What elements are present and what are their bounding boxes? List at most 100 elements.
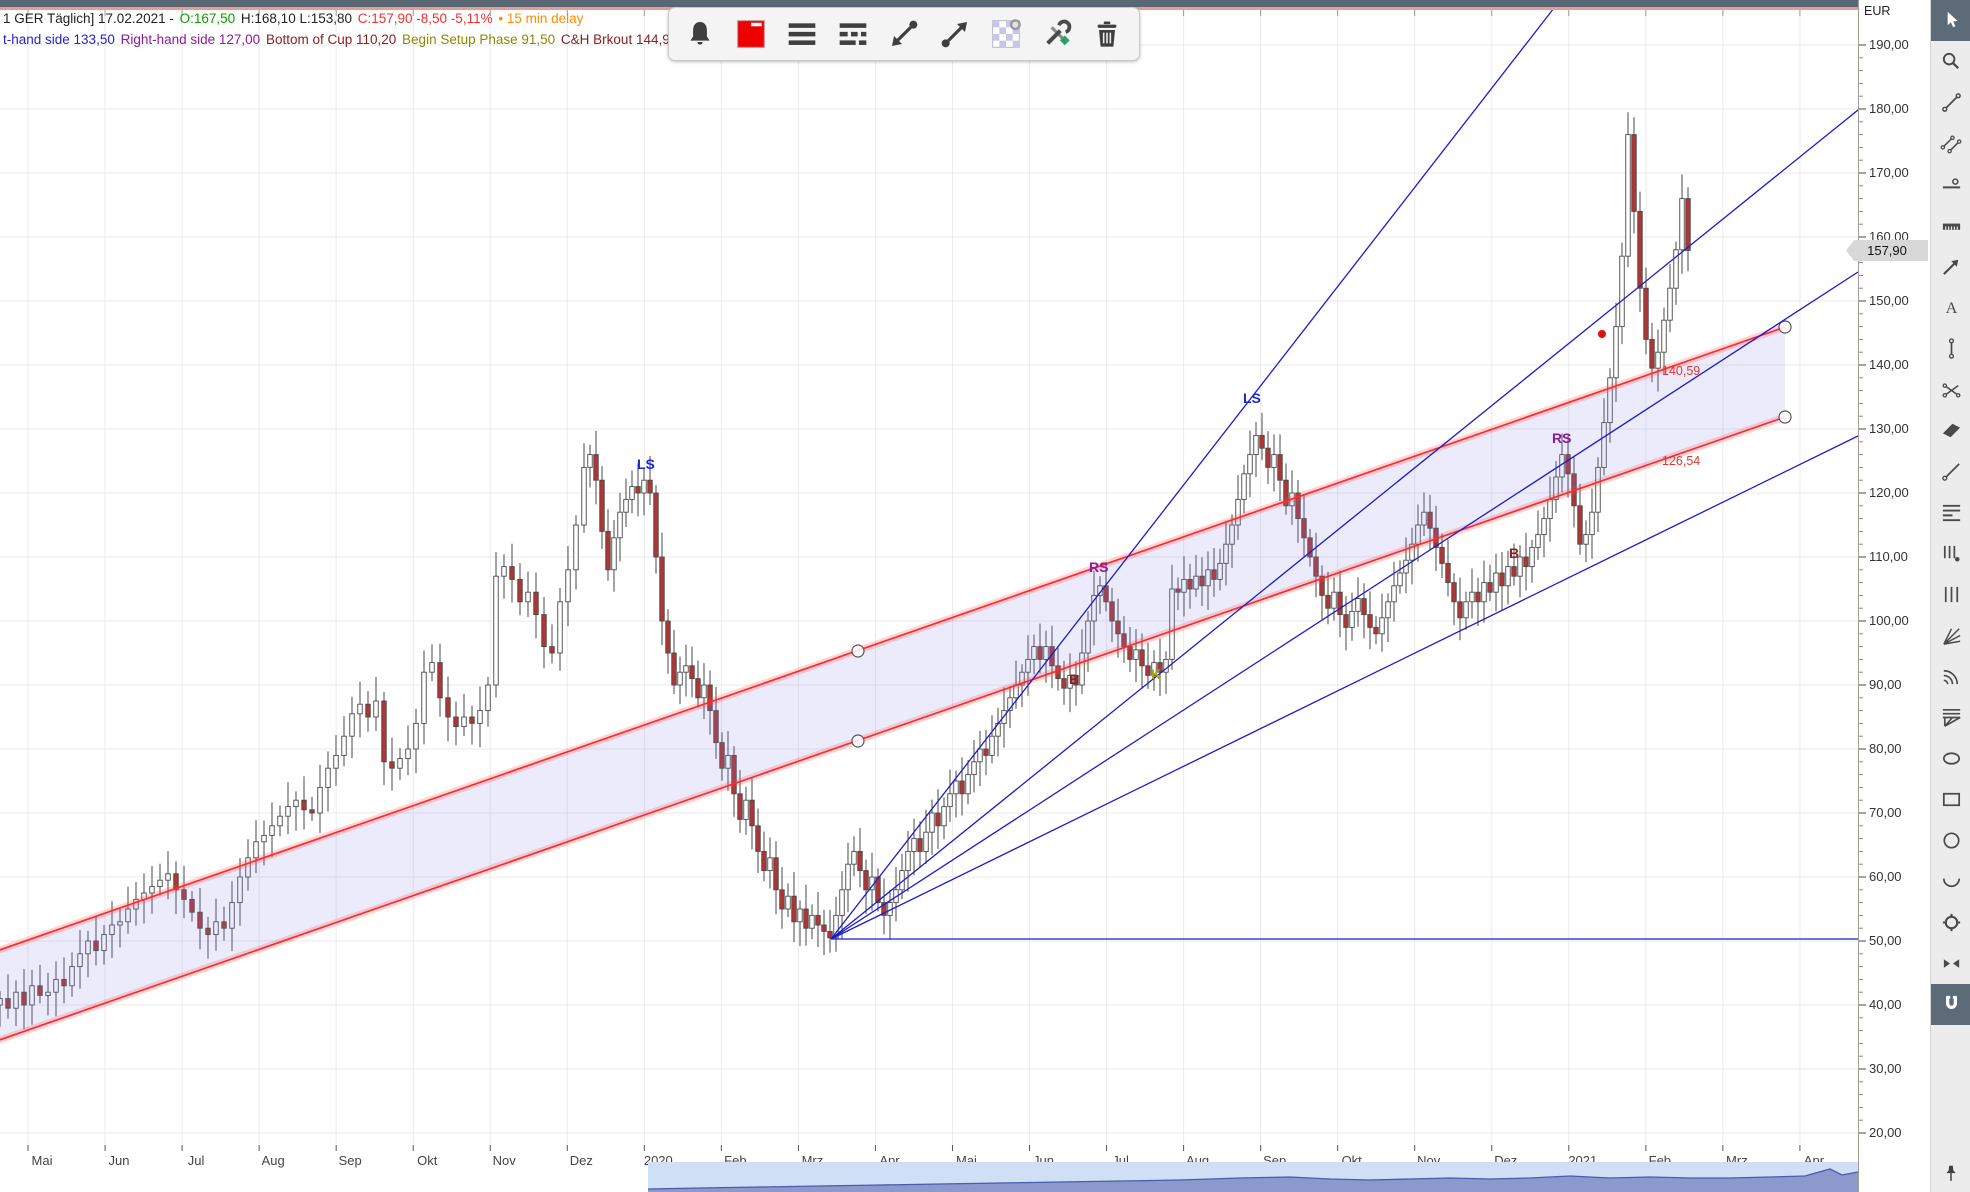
candle [318, 787, 323, 813]
tool-magnet-icon[interactable] [1931, 984, 1970, 1025]
candle [1272, 455, 1277, 468]
candle [446, 698, 451, 717]
tool-parallel-icon[interactable] [1931, 123, 1970, 164]
tool-fib-point-icon[interactable] [1931, 533, 1970, 574]
candle [984, 749, 989, 755]
tool-flip-icon[interactable] [1931, 943, 1970, 984]
tool-zoom-icon[interactable] [1931, 41, 1970, 82]
candle [1266, 448, 1271, 467]
tool-hline-circle-icon[interactable] [1931, 164, 1970, 205]
candle [430, 663, 435, 673]
header-text-segment: C:157,90 -8,50 -5,11% [358, 11, 493, 26]
candle [350, 714, 355, 736]
tool-target-icon[interactable] [1931, 902, 1970, 943]
candle [502, 567, 507, 577]
tool-fan-lines-icon[interactable] [1931, 615, 1970, 656]
candle [390, 762, 395, 768]
candle [930, 813, 935, 832]
tool-vline-icon[interactable] [1931, 328, 1970, 369]
tool-pitchfork-icon[interactable] [1931, 369, 1970, 410]
candle [990, 736, 995, 755]
tool-arc-icon[interactable] [1931, 861, 1970, 902]
tool-trendline-icon[interactable] [1931, 82, 1970, 123]
tool-cursor-icon[interactable] [1931, 0, 1970, 41]
candle [810, 915, 815, 928]
candle [618, 512, 623, 538]
channel-handle[interactable] [852, 645, 864, 657]
candle [1458, 602, 1463, 618]
pin-sidebar-button[interactable] [1936, 1160, 1966, 1190]
volume-navigator[interactable] [0, 1162, 1858, 1192]
price-axis[interactable]: EUR 157,90 190,00180,00170,00160,00150,0… [1858, 0, 1931, 1192]
header-text-segment: Bottom of Cup 110,20 [266, 32, 400, 47]
tool-fib-icon[interactable] [1931, 492, 1970, 533]
candle [918, 839, 923, 852]
tool-channel-filled-icon[interactable] [1931, 410, 1970, 451]
dashed-bars-icon[interactable] [831, 12, 875, 56]
tool-arrow-ne-icon[interactable] [1931, 246, 1970, 287]
tool-circle-icon[interactable] [1931, 820, 1970, 861]
candle [462, 717, 467, 727]
header-text-segment: H:168,10 L:153,80 [237, 11, 356, 26]
candle [588, 455, 593, 468]
tool-speed-lines-icon[interactable] [1931, 697, 1970, 738]
price-chart-canvas[interactable]: 140,59126,54LSLSRSRSBBK [0, 0, 1858, 1145]
candle [358, 704, 363, 714]
candle [756, 826, 761, 852]
price-label: 130,00 [1869, 421, 1909, 436]
candle [1506, 567, 1511, 586]
bars-icon[interactable] [780, 12, 824, 56]
tool-arcs-icon[interactable] [1931, 656, 1970, 697]
price-label: 170,00 [1869, 165, 1909, 180]
candle [582, 467, 587, 525]
candle [942, 807, 947, 826]
candle [642, 480, 647, 493]
candle [478, 711, 483, 724]
price-label: 190,00 [1869, 37, 1909, 52]
tool-ellipse-icon[interactable] [1931, 738, 1970, 779]
candle [414, 723, 419, 749]
candle [1338, 592, 1343, 614]
tool-time-lines-icon[interactable] [1931, 574, 1970, 615]
header-text-segment: • 15 min delay [495, 11, 584, 26]
candle [630, 487, 635, 500]
candle [774, 858, 779, 890]
arrow-sw-icon[interactable] [882, 12, 926, 56]
tool-ruler-icon[interactable] [1931, 205, 1970, 246]
candle [828, 931, 833, 937]
candle [960, 781, 965, 794]
candle [262, 835, 267, 841]
candle [1398, 573, 1403, 586]
candle-red-icon[interactable] [729, 12, 773, 56]
chart-area[interactable]: 140,59126,54LSLSRSRSBBK [0, 0, 1858, 1145]
tool-rectangle-icon[interactable] [1931, 779, 1970, 820]
bell-icon[interactable] [678, 12, 722, 56]
tool-text-icon[interactable] [1931, 287, 1970, 328]
fan-lines[interactable] [831, 8, 1858, 939]
candle [1530, 547, 1535, 566]
candle [1500, 573, 1505, 586]
candle [912, 839, 917, 852]
tools-icon[interactable] [1035, 12, 1079, 56]
window-top-strip [0, 0, 1970, 7]
candle [1638, 211, 1643, 288]
candle [1614, 327, 1619, 378]
candle [270, 826, 275, 836]
arrow-ne2-icon[interactable] [933, 12, 977, 56]
candle [526, 592, 531, 602]
candle [1662, 320, 1667, 352]
tool-ray-icon[interactable] [1931, 451, 1970, 492]
checker-icon[interactable] [984, 12, 1028, 56]
candle [1368, 615, 1373, 628]
price-label: 80,00 [1869, 741, 1902, 756]
price-label: 180,00 [1869, 101, 1909, 116]
price-label: 50,00 [1869, 933, 1902, 948]
pattern-label-ls: LS [1243, 390, 1261, 406]
channel-value-label: 126,54 [1662, 454, 1700, 468]
trash-icon[interactable] [1085, 12, 1129, 56]
channel-handle[interactable] [852, 735, 864, 747]
channel-handle[interactable] [1779, 411, 1791, 423]
candle [1686, 199, 1691, 251]
candle [518, 579, 523, 601]
candle [1392, 586, 1397, 602]
